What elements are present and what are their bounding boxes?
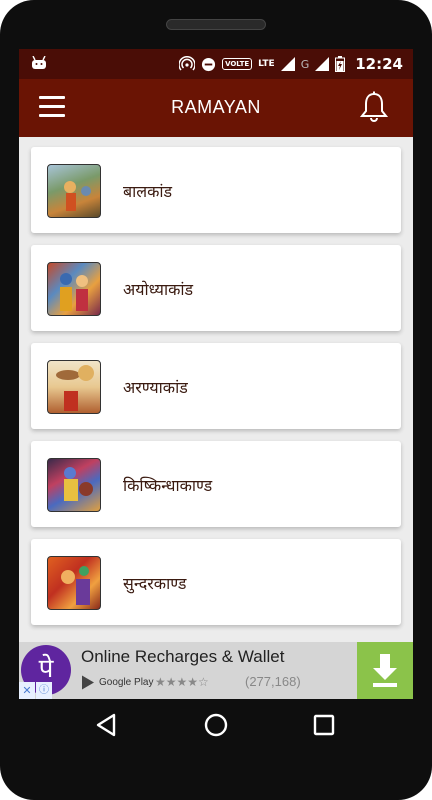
status-bar: VOLTE LTE G 12:24 xyxy=(19,49,413,79)
google-play-badge: Google Play xyxy=(81,675,153,690)
google-play-label: Google Play xyxy=(99,677,154,688)
chapter-thumbnail xyxy=(47,164,101,218)
recents-square-icon xyxy=(313,714,335,736)
hotspot-icon xyxy=(179,56,196,71)
chapter-thumbnail xyxy=(47,458,101,512)
ad-close-icon[interactable]: ✕ xyxy=(19,682,35,699)
ad-info-icon[interactable]: ⓘ xyxy=(36,682,52,699)
list-item[interactable]: किष्किन्धाकाण्ड xyxy=(31,441,401,527)
signal-icon xyxy=(315,57,330,71)
list-item-label: बालकांड xyxy=(123,182,173,201)
chapter-thumbnail xyxy=(47,556,101,610)
signal-icon xyxy=(280,57,295,71)
phone-frame: VOLTE LTE G 12:24 RAMAYAN बालकांड अयोध्य… xyxy=(0,0,432,800)
nav-recents-button[interactable] xyxy=(310,711,338,739)
list-item[interactable]: अरण्याकांड xyxy=(31,343,401,429)
list-item-label: किष्किन्धाकाण्ड xyxy=(123,476,213,495)
rating-stars: ★★★★☆ xyxy=(155,675,209,689)
battery-charging-icon xyxy=(335,56,346,72)
chapter-thumbnail xyxy=(47,262,101,316)
app-bar: RAMAYAN xyxy=(19,79,413,137)
download-icon xyxy=(373,654,397,687)
home-circle-icon xyxy=(204,713,228,737)
list-item-label: अरण्याकांड xyxy=(123,378,188,397)
list-item[interactable]: अयोध्याकांड xyxy=(31,245,401,331)
clock: 12:24 xyxy=(355,55,403,73)
phone-speaker xyxy=(166,19,266,30)
list-item-label: सुन्दरकाण्ड xyxy=(123,574,187,593)
rating-count: (277,168) xyxy=(245,674,301,689)
google-play-icon xyxy=(82,675,94,690)
network-g-indicator: G xyxy=(300,57,310,71)
notifications-button[interactable] xyxy=(359,91,389,123)
list-item[interactable]: बालकांड xyxy=(31,147,401,233)
ad-banner[interactable]: पे Online Recharges & Wallet Google Play… xyxy=(19,642,413,699)
chapter-thumbnail xyxy=(47,360,101,414)
dnd-icon xyxy=(202,57,216,71)
back-triangle-icon xyxy=(96,713,116,737)
list-item-label: अयोध्याकांड xyxy=(123,280,194,299)
nav-back-button[interactable] xyxy=(94,711,122,739)
system-nav-bar xyxy=(0,699,432,749)
page-title: RAMAYAN xyxy=(171,97,261,117)
ad-download-button[interactable] xyxy=(357,642,413,699)
nav-home-button[interactable] xyxy=(202,711,230,739)
list-item[interactable]: सुन्दरकाण्ड xyxy=(31,539,401,625)
volte-badge: VOLTE xyxy=(222,58,253,70)
screen: VOLTE LTE G 12:24 RAMAYAN बालकांड अयोध्य… xyxy=(19,49,413,699)
android-icon xyxy=(32,56,46,69)
ad-title: Online Recharges & Wallet xyxy=(81,647,285,666)
lte-indicator: LTE xyxy=(258,58,275,69)
bell-icon xyxy=(359,91,389,122)
chapter-list: बालकांड अयोध्याकांड अरण्याकांड किष्किन्ध… xyxy=(19,137,413,699)
